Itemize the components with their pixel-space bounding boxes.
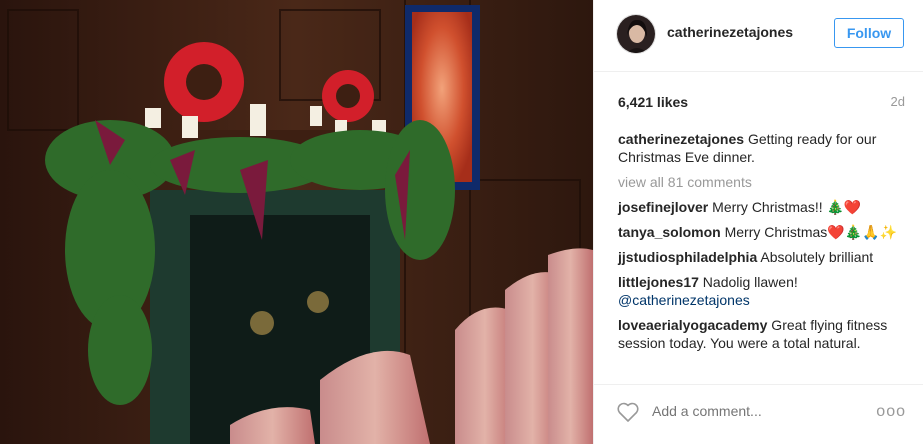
comment-text: Merry Christmas❤️🎄🙏✨ xyxy=(720,224,897,240)
comment-username[interactable]: josefinejlover xyxy=(618,199,708,215)
post-timestamp[interactable]: 2d xyxy=(891,94,905,109)
instagram-post: catherinezetajones Follow 6,421 likes 2d… xyxy=(0,0,923,444)
add-comment-input[interactable] xyxy=(652,403,852,419)
comment-item: jjstudiosphiladelphia Absolutely brillia… xyxy=(618,248,908,266)
comment-item: loveaerialyogacademy Great flying fitnes… xyxy=(618,316,908,352)
comment-text: Nadolig llawen! xyxy=(698,274,798,290)
comment-footer: ooo xyxy=(594,384,923,444)
post-photo[interactable] xyxy=(0,0,593,444)
comment-mention-link[interactable]: @catherinezetajones xyxy=(618,292,750,308)
heart-icon[interactable] xyxy=(616,401,642,425)
comment-text: Absolutely brilliant xyxy=(757,249,874,265)
comment-text: Merry Christmas!! 🎄❤️ xyxy=(708,199,862,215)
comment-username[interactable]: tanya_solomon xyxy=(618,224,721,240)
comment-item: littlejones17 Nadolig llawen! @catherine… xyxy=(618,273,908,309)
caption: catherinezetajones Getting ready for our… xyxy=(618,130,908,166)
comment-list: catherinezetajones Getting ready for our… xyxy=(618,130,908,359)
caption-username[interactable]: catherinezetajones xyxy=(618,131,744,147)
comment-item: tanya_solomon Merry Christmas❤️🎄🙏✨ xyxy=(618,223,908,241)
comment-item: josefinejlover Merry Christmas!! 🎄❤️ xyxy=(618,198,908,216)
comment-username[interactable]: littlejones17 xyxy=(618,274,699,290)
more-options-icon[interactable]: ooo xyxy=(876,403,906,421)
header-username[interactable]: catherinezetajones xyxy=(667,24,793,40)
post-sidebar: catherinezetajones Follow 6,421 likes 2d… xyxy=(593,0,923,444)
comment-username[interactable]: jjstudiosphiladelphia xyxy=(618,249,757,265)
view-all-comments-link[interactable]: view all 81 comments xyxy=(618,173,908,191)
follow-button[interactable]: Follow xyxy=(834,18,904,48)
likes-count[interactable]: 6,421 likes xyxy=(618,94,688,110)
christmas-mantel-photo xyxy=(0,0,593,444)
profile-avatar[interactable] xyxy=(616,14,656,54)
avatar-image xyxy=(617,15,655,53)
post-header: catherinezetajones Follow xyxy=(594,0,923,72)
comment-username[interactable]: loveaerialyogacademy xyxy=(618,317,767,333)
